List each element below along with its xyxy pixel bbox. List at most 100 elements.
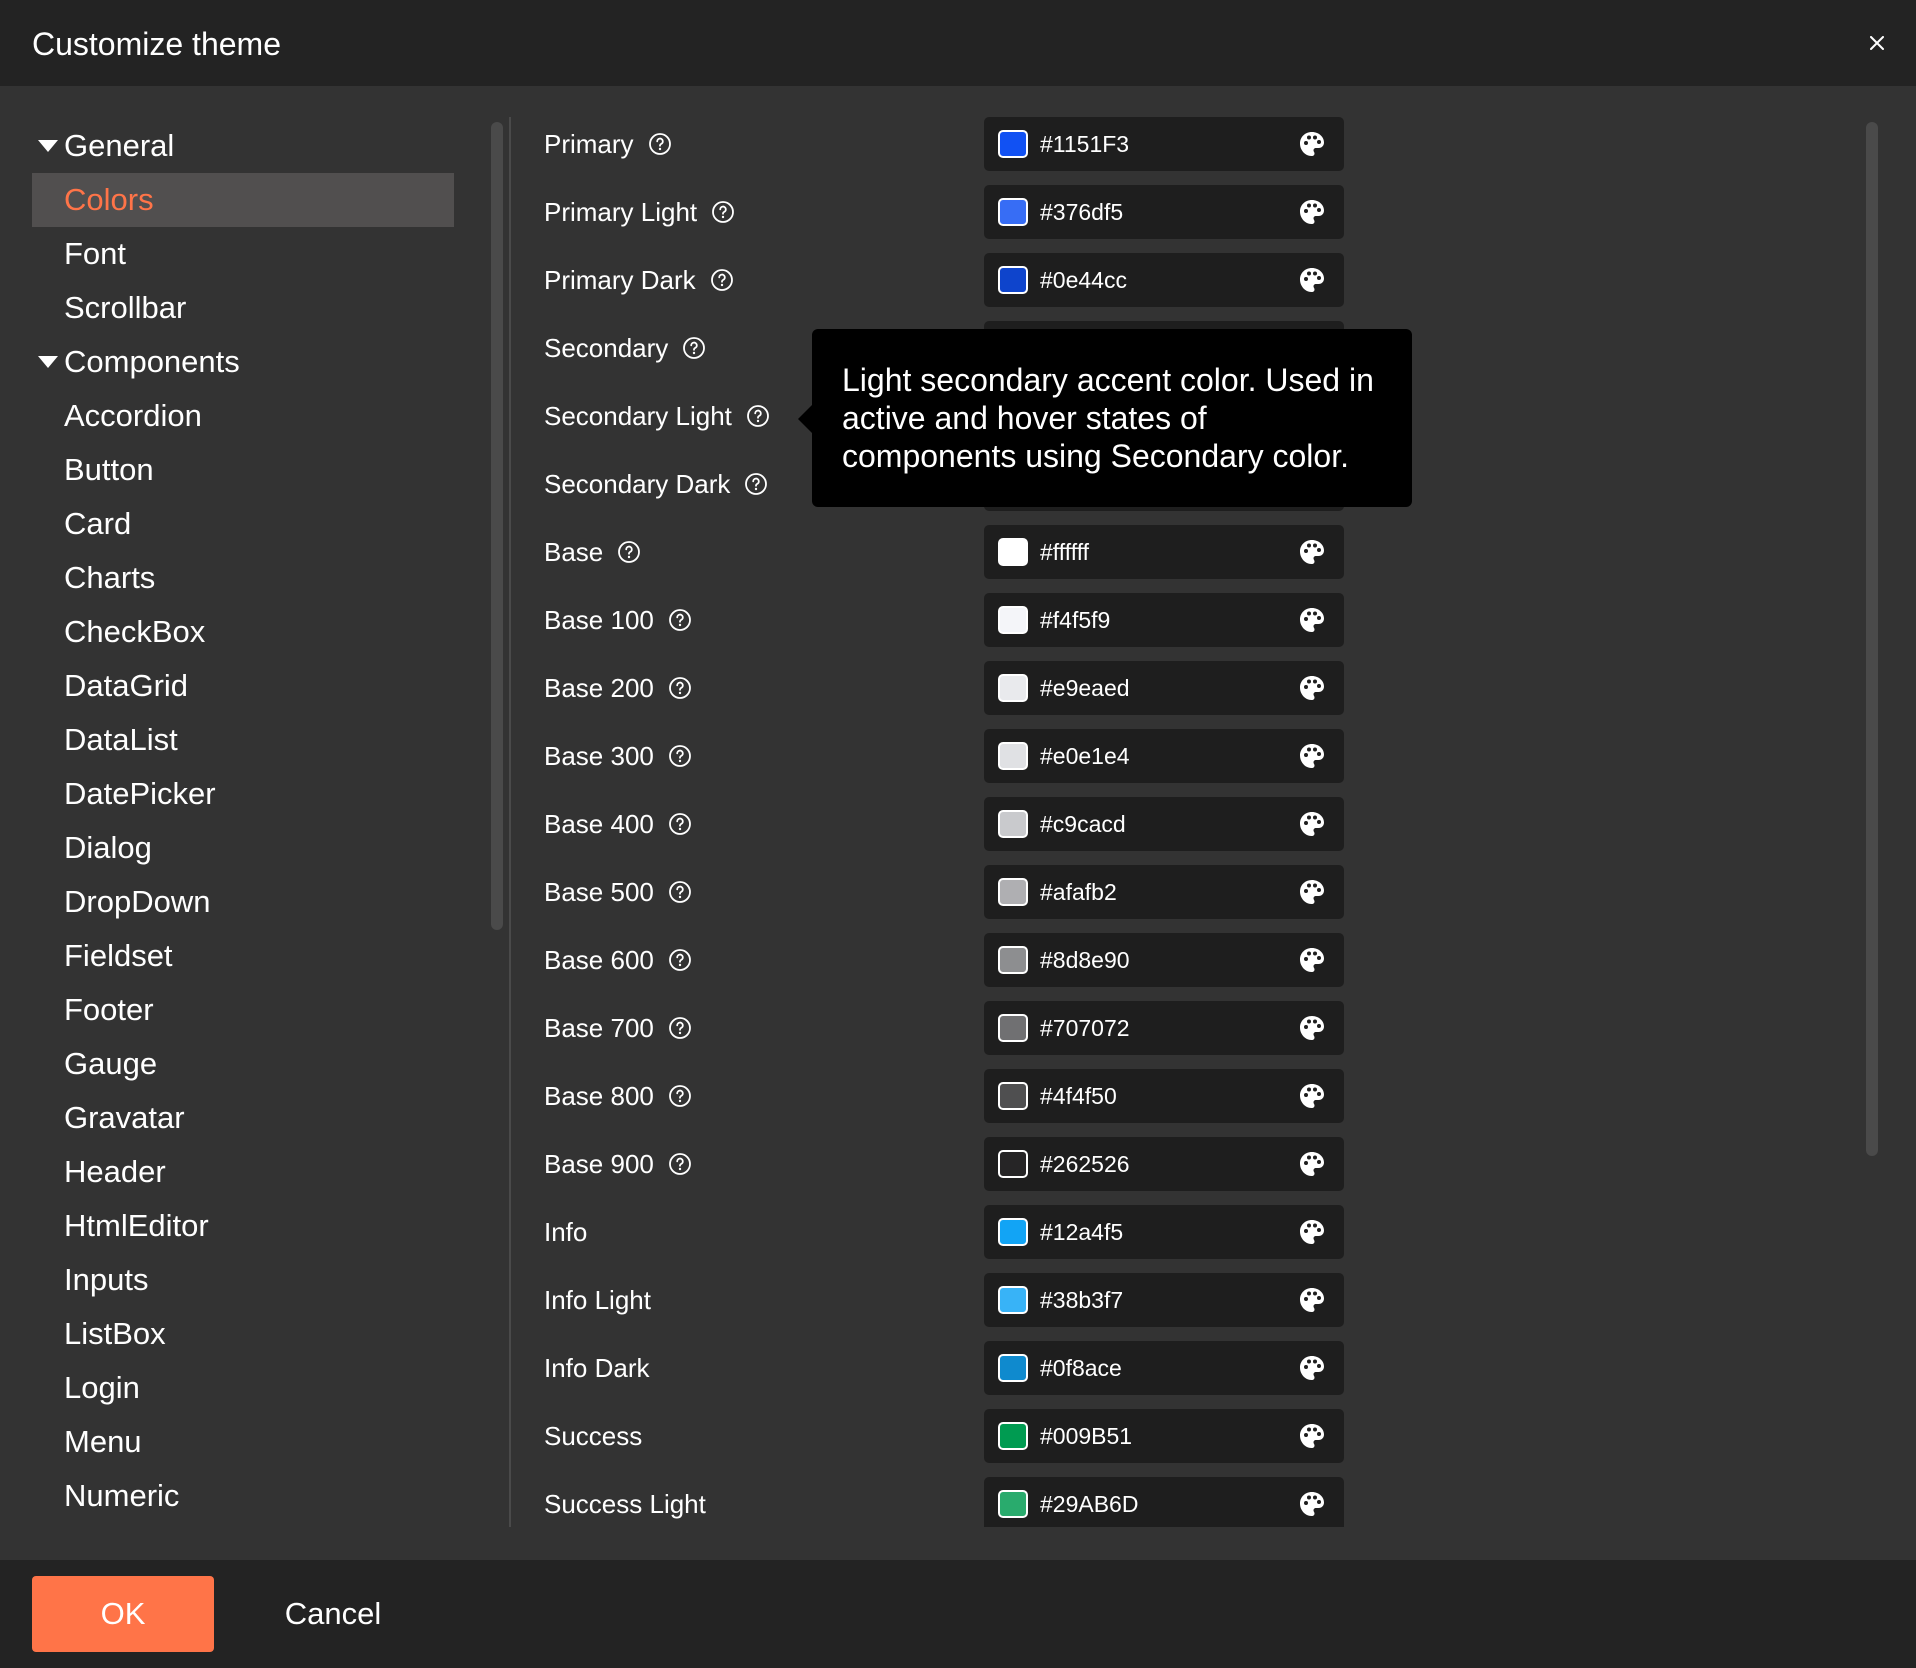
palette-icon[interactable] — [1294, 942, 1330, 978]
color-hex-value[interactable]: #ffffff — [1040, 539, 1294, 566]
ok-button[interactable]: OK — [32, 1576, 214, 1652]
color-input-info[interactable]: #12a4f5 — [984, 1205, 1344, 1259]
palette-icon[interactable] — [1294, 262, 1330, 298]
sidebar-group-components[interactable]: Components — [32, 335, 454, 389]
palette-icon[interactable] — [1294, 806, 1330, 842]
color-input-primary[interactable]: #1151F3 — [984, 117, 1344, 171]
color-input-base-900[interactable]: #262526 — [984, 1137, 1344, 1191]
sidebar-item-gauge[interactable]: Gauge — [32, 1037, 454, 1091]
color-swatch[interactable] — [998, 946, 1028, 974]
color-hex-value[interactable]: #0f8ace — [1040, 1355, 1294, 1382]
help-icon[interactable] — [682, 336, 706, 360]
color-swatch[interactable] — [998, 674, 1028, 702]
help-icon[interactable] — [668, 676, 692, 700]
color-swatch[interactable] — [998, 1150, 1028, 1178]
color-swatch[interactable] — [998, 1218, 1028, 1246]
palette-icon[interactable] — [1294, 602, 1330, 638]
sidebar-item-card[interactable]: Card — [32, 497, 454, 551]
sidebar-item-numeric[interactable]: Numeric — [32, 1469, 454, 1519]
palette-icon[interactable] — [1294, 874, 1330, 910]
color-hex-value[interactable]: #376df5 — [1040, 199, 1294, 226]
color-hex-value[interactable]: #f4f5f9 — [1040, 607, 1294, 634]
sidebar-item-dropdown[interactable]: DropDown — [32, 875, 454, 929]
palette-icon[interactable] — [1294, 1146, 1330, 1182]
sidebar-item-checkbox[interactable]: CheckBox — [32, 605, 454, 659]
sidebar-group-general[interactable]: General — [32, 119, 454, 173]
help-icon[interactable] — [668, 608, 692, 632]
color-hex-value[interactable]: #12a4f5 — [1040, 1219, 1294, 1246]
sidebar-item-listbox[interactable]: ListBox — [32, 1307, 454, 1361]
help-icon[interactable] — [617, 540, 641, 564]
color-input-info-dark[interactable]: #0f8ace — [984, 1341, 1344, 1395]
color-swatch[interactable] — [998, 1082, 1028, 1110]
color-hex-value[interactable]: #e9eaed — [1040, 675, 1294, 702]
color-swatch[interactable] — [998, 1014, 1028, 1042]
color-hex-value[interactable]: #38b3f7 — [1040, 1287, 1294, 1314]
color-swatch[interactable] — [998, 742, 1028, 770]
color-swatch[interactable] — [998, 266, 1028, 294]
sidebar-item-font[interactable]: Font — [32, 227, 454, 281]
sidebar-item-header[interactable]: Header — [32, 1145, 454, 1199]
color-swatch[interactable] — [998, 538, 1028, 566]
palette-icon[interactable] — [1294, 194, 1330, 230]
sidebar-item-datagrid[interactable]: DataGrid — [32, 659, 454, 713]
color-swatch[interactable] — [998, 1490, 1028, 1518]
color-input-base[interactable]: #ffffff — [984, 525, 1344, 579]
palette-icon[interactable] — [1294, 1282, 1330, 1318]
sidebar-scrollbar[interactable] — [491, 122, 503, 930]
color-swatch[interactable] — [998, 878, 1028, 906]
sidebar-item-inputs[interactable]: Inputs — [32, 1253, 454, 1307]
color-input-success[interactable]: #009B51 — [984, 1409, 1344, 1463]
sidebar-item-login[interactable]: Login — [32, 1361, 454, 1415]
palette-icon[interactable] — [1294, 1214, 1330, 1250]
palette-icon[interactable] — [1294, 670, 1330, 706]
cancel-button[interactable]: Cancel — [260, 1576, 406, 1652]
sidebar-item-footer[interactable]: Footer — [32, 983, 454, 1037]
help-icon[interactable] — [668, 1016, 692, 1040]
sidebar-item-fieldset[interactable]: Fieldset — [32, 929, 454, 983]
color-swatch[interactable] — [998, 606, 1028, 634]
sidebar-item-htmleditor[interactable]: HtmlEditor — [32, 1199, 454, 1253]
color-input-info-light[interactable]: #38b3f7 — [984, 1273, 1344, 1327]
palette-icon[interactable] — [1294, 1350, 1330, 1386]
help-icon[interactable] — [668, 1084, 692, 1108]
help-icon[interactable] — [668, 812, 692, 836]
color-hex-value[interactable]: #1151F3 — [1040, 131, 1294, 158]
help-icon[interactable] — [668, 1152, 692, 1176]
color-hex-value[interactable]: #707072 — [1040, 1015, 1294, 1042]
palette-icon[interactable] — [1294, 738, 1330, 774]
palette-icon[interactable] — [1294, 534, 1330, 570]
sidebar-item-dialog[interactable]: Dialog — [32, 821, 454, 875]
color-hex-value[interactable]: #afafb2 — [1040, 879, 1294, 906]
color-hex-value[interactable]: #009B51 — [1040, 1423, 1294, 1450]
sidebar-item-gravatar[interactable]: Gravatar — [32, 1091, 454, 1145]
color-input-base-600[interactable]: #8d8e90 — [984, 933, 1344, 987]
color-hex-value[interactable]: #e0e1e4 — [1040, 743, 1294, 770]
color-input-success-light[interactable]: #29AB6D — [984, 1477, 1344, 1527]
palette-icon[interactable] — [1294, 1078, 1330, 1114]
help-icon[interactable] — [648, 132, 672, 156]
help-icon[interactable] — [668, 880, 692, 904]
sidebar-item-accordion[interactable]: Accordion — [32, 389, 454, 443]
sidebar-item-charts[interactable]: Charts — [32, 551, 454, 605]
sidebar-item-datalist[interactable]: DataList — [32, 713, 454, 767]
help-icon[interactable] — [746, 404, 770, 428]
color-input-base-500[interactable]: #afafb2 — [984, 865, 1344, 919]
color-hex-value[interactable]: #29AB6D — [1040, 1491, 1294, 1518]
color-input-primary-dark[interactable]: #0e44cc — [984, 253, 1344, 307]
color-input-base-800[interactable]: #4f4f50 — [984, 1069, 1344, 1123]
help-icon[interactable] — [744, 472, 768, 496]
help-icon[interactable] — [711, 200, 735, 224]
color-hex-value[interactable]: #0e44cc — [1040, 267, 1294, 294]
color-swatch[interactable] — [998, 198, 1028, 226]
color-hex-value[interactable]: #8d8e90 — [1040, 947, 1294, 974]
color-input-base-300[interactable]: #e0e1e4 — [984, 729, 1344, 783]
close-button[interactable] — [1860, 26, 1894, 60]
main-scrollbar[interactable] — [1866, 122, 1878, 1156]
palette-icon[interactable] — [1294, 1418, 1330, 1454]
help-icon[interactable] — [710, 268, 734, 292]
color-input-base-700[interactable]: #707072 — [984, 1001, 1344, 1055]
help-icon[interactable] — [668, 948, 692, 972]
color-swatch[interactable] — [998, 130, 1028, 158]
color-hex-value[interactable]: #4f4f50 — [1040, 1083, 1294, 1110]
